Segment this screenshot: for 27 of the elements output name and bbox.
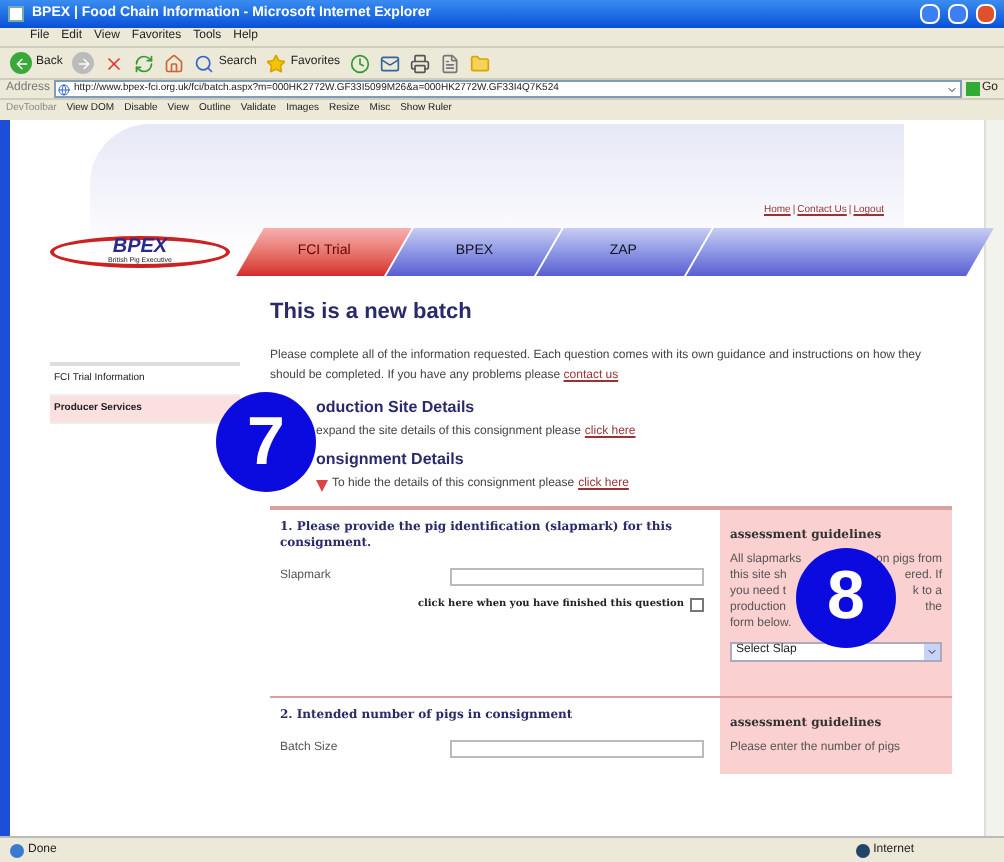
globe-icon [58, 83, 71, 95]
text-input[interactable] [450, 740, 704, 758]
stop-icon[interactable] [104, 53, 125, 73]
close-button[interactable] [976, 4, 996, 24]
section-heading: oduction Site Details [316, 395, 477, 419]
page-icon [8, 6, 24, 22]
callout-badge: 7 [216, 392, 316, 492]
checkbox[interactable] [690, 597, 704, 612]
refresh-icon[interactable] [134, 53, 155, 73]
print-icon[interactable] [410, 53, 431, 73]
star-icon [266, 53, 287, 73]
home-icon[interactable] [164, 53, 185, 73]
minimize-button[interactable] [920, 4, 940, 24]
page-done-icon [10, 843, 24, 857]
text-input[interactable] [450, 567, 704, 585]
mail-icon[interactable] [380, 53, 401, 73]
section-heading: onsignment Details [316, 447, 466, 472]
internet-zone-icon [855, 843, 870, 857]
history-icon[interactable] [350, 53, 371, 73]
maximize-button[interactable] [948, 4, 968, 24]
search-icon [194, 53, 215, 73]
scrollbar[interactable] [984, 120, 1004, 836]
collapse-triangle-icon[interactable] [316, 479, 328, 491]
folder-icon[interactable] [470, 53, 491, 73]
page-heading: This is a new batch [270, 298, 474, 328]
forward-icon[interactable] [72, 52, 95, 74]
document-icon[interactable] [440, 53, 461, 73]
